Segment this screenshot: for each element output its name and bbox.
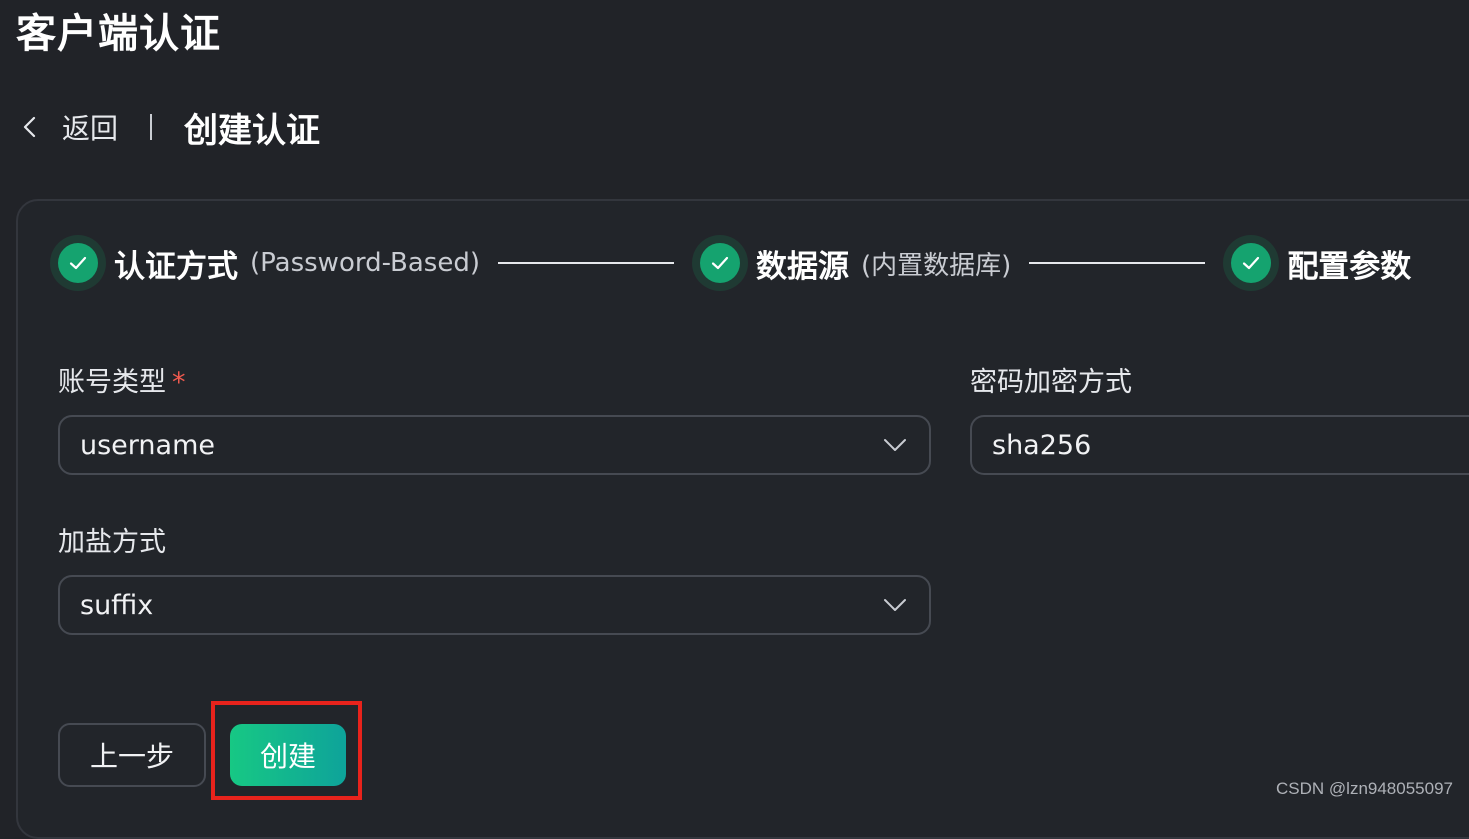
stepper: 认证方式 (Password-Based) 数据源 (内置数据库) 配置参数 (50, 233, 1411, 293)
step-connector (498, 262, 675, 264)
chevron-left-icon[interactable] (18, 115, 42, 139)
chevron-down-icon (883, 593, 907, 617)
page-title: 客户端认证 (16, 11, 221, 57)
salt-position-label: 加盐方式 (58, 527, 166, 558)
account-type-label-text: 账号类型 (58, 367, 166, 398)
step-title: 认证方式 (114, 248, 238, 285)
breadcrumb-current: 创建认证 (184, 110, 321, 151)
salt-position-select[interactable]: suffix (58, 575, 931, 635)
step-auth-method: 认证方式 (Password-Based) (50, 235, 480, 291)
chevron-down-icon (883, 433, 907, 457)
password-hash-value: sha256 (992, 429, 1092, 461)
check-icon (50, 235, 106, 291)
back-link[interactable]: 返回 (62, 107, 118, 147)
watermark: CSDN @lzn948055097 (1276, 779, 1453, 798)
account-type-label: 账号类型 * (58, 360, 186, 399)
password-hash-label: 密码加密方式 (970, 367, 1132, 398)
step-subtitle: (Password-Based) (250, 248, 481, 278)
breadcrumb: 返回 创建认证 (18, 104, 321, 151)
prev-step-button[interactable]: 上一步 (58, 723, 206, 787)
account-type-select[interactable]: username (58, 415, 931, 475)
required-mark: * (172, 367, 186, 398)
step-data-source: 数据源 (内置数据库) (692, 235, 1011, 291)
step-title: 配置参数 (1287, 248, 1412, 285)
check-icon (692, 235, 749, 291)
check-icon (1223, 235, 1280, 291)
create-button[interactable]: 创建 (230, 724, 346, 786)
step-connector (1029, 262, 1206, 264)
step-title: 数据源 (756, 248, 850, 285)
salt-position-value: suffix (80, 589, 154, 621)
account-type-value: username (80, 429, 215, 461)
step-subtitle: (内置数据库) (861, 250, 1012, 281)
password-hash-select[interactable]: sha256 (970, 415, 1469, 475)
step-config-params: 配置参数 (1223, 235, 1411, 291)
breadcrumb-divider (150, 114, 153, 140)
